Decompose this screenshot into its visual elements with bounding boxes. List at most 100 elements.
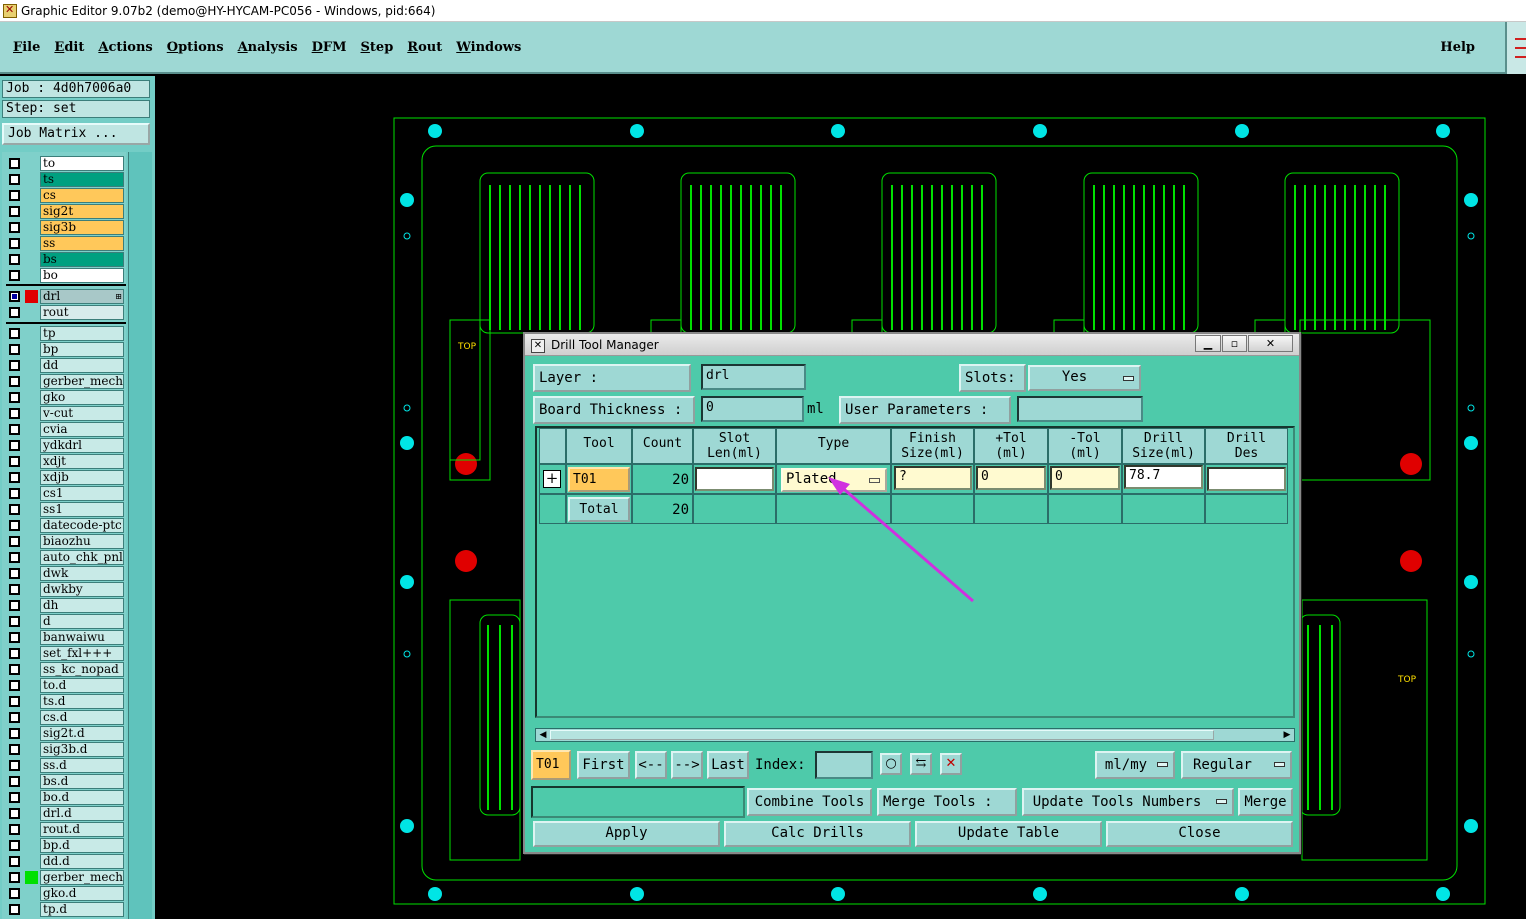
layer-checkbox[interactable] bbox=[9, 536, 20, 547]
layer-row[interactable]: rout bbox=[4, 305, 124, 320]
layer-checkbox[interactable] bbox=[9, 872, 20, 883]
minus-tol-input[interactable]: 0 bbox=[1050, 466, 1120, 490]
layer-checkbox[interactable] bbox=[9, 856, 20, 867]
layer-checkbox[interactable] bbox=[9, 254, 20, 265]
layer-checkbox[interactable] bbox=[9, 158, 20, 169]
layer-checkbox[interactable] bbox=[9, 888, 20, 899]
layer-row[interactable]: ss bbox=[4, 236, 124, 251]
layer-row[interactable]: dd.d bbox=[4, 854, 124, 869]
layer-checkbox[interactable] bbox=[9, 824, 20, 835]
layer-row[interactable]: bo bbox=[4, 268, 124, 283]
layer-row[interactable]: gko bbox=[4, 390, 124, 405]
layer-row[interactable]: tp.d bbox=[4, 902, 124, 917]
user-parameters-input[interactable] bbox=[1017, 396, 1143, 422]
scroll-left-arrow-icon[interactable]: ◀ bbox=[537, 729, 549, 741]
side-tab[interactable] bbox=[1505, 22, 1526, 74]
merge-button[interactable]: Merge bbox=[1238, 788, 1293, 816]
slot-len-input[interactable] bbox=[695, 467, 774, 491]
drill-size-input[interactable]: 78.7 bbox=[1124, 465, 1203, 489]
layer-checkbox[interactable] bbox=[9, 632, 20, 643]
scroll-thumb[interactable] bbox=[550, 730, 1214, 740]
prev-button[interactable]: <-- bbox=[635, 751, 667, 779]
layer-checkbox[interactable] bbox=[9, 520, 20, 531]
layer-row[interactable]: ts bbox=[4, 172, 124, 187]
layer-row[interactable]: sig3b.d bbox=[4, 742, 124, 757]
row-select-checkbox[interactable]: + bbox=[543, 470, 561, 488]
layer-checkbox[interactable] bbox=[9, 648, 20, 659]
layer-row[interactable]: dwkby bbox=[4, 582, 124, 597]
layer-row[interactable]: biaozhu bbox=[4, 534, 124, 549]
layer-row[interactable]: drl ⊞ bbox=[4, 289, 124, 304]
layer-row[interactable]: to.d bbox=[4, 678, 124, 693]
layer-checkbox[interactable] bbox=[9, 904, 20, 915]
layer-row[interactable]: bp bbox=[4, 342, 124, 357]
menu-dfm[interactable]: DFM bbox=[312, 40, 347, 55]
layer-checkbox[interactable] bbox=[9, 616, 20, 627]
plus-tol-input[interactable]: 0 bbox=[976, 466, 1046, 490]
swap-icon[interactable]: ⇆ bbox=[910, 753, 932, 775]
layer-checkbox[interactable] bbox=[9, 360, 20, 371]
layer-row[interactable]: sig2t bbox=[4, 204, 124, 219]
layer-row[interactable]: ss_kc_nopad bbox=[4, 662, 124, 677]
layer-row[interactable]: xdjt bbox=[4, 454, 124, 469]
update-table-button[interactable]: Update Table bbox=[915, 821, 1102, 847]
layer-row[interactable]: cs1 bbox=[4, 486, 124, 501]
layer-checkbox[interactable] bbox=[9, 664, 20, 675]
menu-file[interactable]: File bbox=[13, 40, 40, 55]
layer-row[interactable]: cvia bbox=[4, 422, 124, 437]
apply-button[interactable]: Apply bbox=[533, 821, 720, 847]
layer-row[interactable]: ss.d bbox=[4, 758, 124, 773]
layer-checkbox[interactable] bbox=[9, 408, 20, 419]
menu-step[interactable]: Step bbox=[361, 40, 394, 55]
units-dropdown[interactable]: ml/my bbox=[1095, 751, 1175, 779]
layer-row[interactable]: cs.d bbox=[4, 710, 124, 725]
layer-checkbox[interactable] bbox=[9, 392, 20, 403]
layer-row[interactable]: xdjb bbox=[4, 470, 124, 485]
scroll-right-arrow-icon[interactable]: ▶ bbox=[1281, 729, 1293, 741]
layer-checkbox[interactable] bbox=[9, 472, 20, 483]
menu-rout[interactable]: Rout bbox=[407, 40, 442, 55]
menu-options[interactable]: Options bbox=[167, 40, 224, 55]
layer-checkbox[interactable] bbox=[9, 307, 20, 318]
layer-checkbox[interactable] bbox=[9, 238, 20, 249]
layer-row[interactable]: to bbox=[4, 156, 124, 171]
layer-checkbox[interactable] bbox=[9, 270, 20, 281]
layer-checkbox[interactable] bbox=[9, 728, 20, 739]
last-button[interactable]: Last bbox=[707, 751, 749, 779]
layer-row[interactable]: gko.d bbox=[4, 886, 124, 901]
layer-checkbox[interactable] bbox=[9, 174, 20, 185]
layer-row[interactable]: auto_chk_pnl bbox=[4, 550, 124, 565]
layer-row[interactable]: v-cut bbox=[4, 406, 124, 421]
menu-help[interactable]: Help bbox=[1440, 40, 1475, 55]
layer-row[interactable]: gerber_mechanical bbox=[4, 870, 124, 885]
index-input[interactable] bbox=[815, 751, 873, 779]
layer-checkbox[interactable] bbox=[9, 552, 20, 563]
menu-actions[interactable]: Actions bbox=[98, 40, 152, 55]
layer-row[interactable]: bp.d bbox=[4, 838, 124, 853]
layer-checkbox[interactable] bbox=[9, 792, 20, 803]
layer-row[interactable]: bo.d bbox=[4, 790, 124, 805]
type-dropdown[interactable]: Plated bbox=[781, 468, 887, 492]
layer-row[interactable]: sig3b bbox=[4, 220, 124, 235]
delete-icon[interactable]: ✕ bbox=[940, 753, 962, 775]
calc-drills-button[interactable]: Calc Drills bbox=[724, 821, 911, 847]
board-thickness-input[interactable]: 0 bbox=[701, 396, 804, 422]
layer-checkbox[interactable] bbox=[9, 206, 20, 217]
layer-checkbox[interactable] bbox=[9, 696, 20, 707]
layer-row[interactable]: datecode-ptc bbox=[4, 518, 124, 533]
lightbulb-icon[interactable]: ○ bbox=[880, 753, 902, 775]
first-button[interactable]: First bbox=[577, 751, 630, 779]
layer-checkbox[interactable] bbox=[9, 712, 20, 723]
layer-row[interactable]: dd bbox=[4, 358, 124, 373]
menu-analysis[interactable]: Analysis bbox=[238, 40, 298, 55]
layer-row[interactable]: ss1 bbox=[4, 502, 124, 517]
layer-row[interactable]: dwk bbox=[4, 566, 124, 581]
total-button[interactable]: Total bbox=[568, 497, 630, 522]
update-tools-numbers-dropdown[interactable]: Update Tools Numbers bbox=[1022, 788, 1234, 816]
expand-icon[interactable]: ⊞ bbox=[115, 292, 122, 301]
layer-checkbox[interactable] bbox=[9, 456, 20, 467]
layer-row[interactable]: gerber_mechanical bbox=[4, 374, 124, 389]
close-button[interactable]: Close bbox=[1106, 821, 1293, 847]
layer-row[interactable]: d bbox=[4, 614, 124, 629]
layer-checkbox[interactable] bbox=[9, 760, 20, 771]
